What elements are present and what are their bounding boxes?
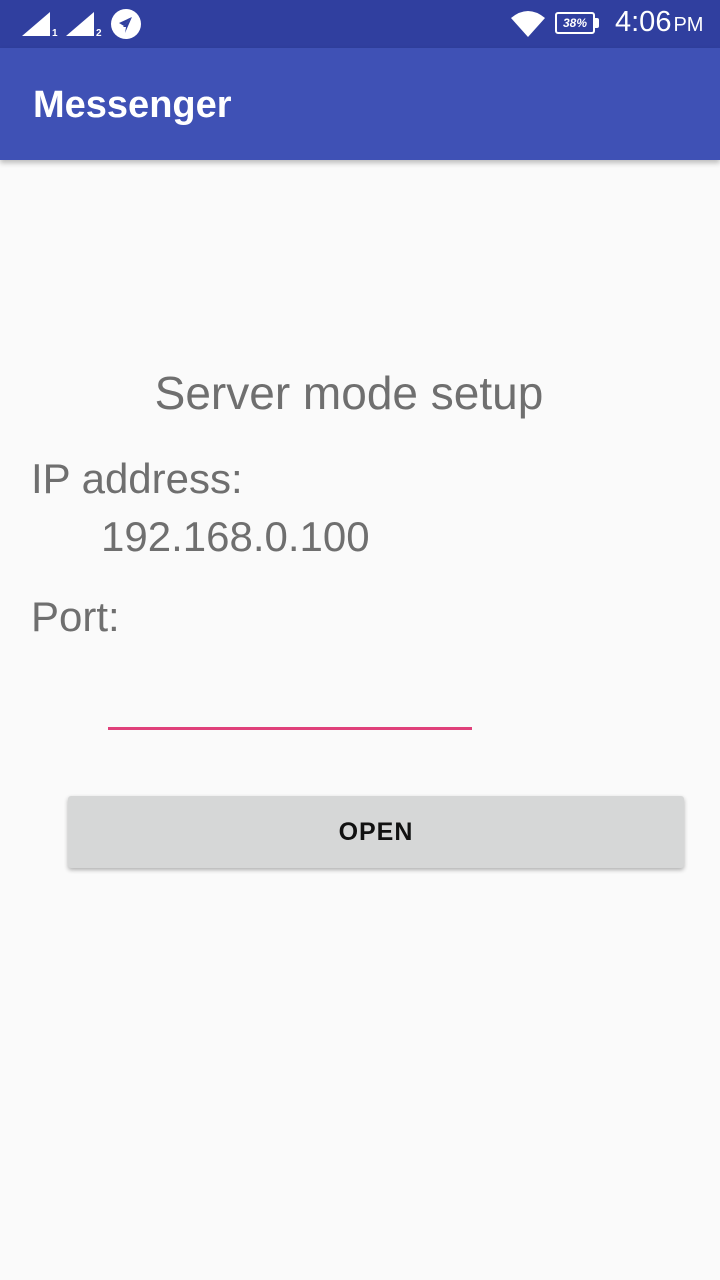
sim1-label: 1 bbox=[52, 28, 58, 39]
clock-ampm: PM bbox=[673, 14, 704, 36]
app-bar: Messenger bbox=[0, 48, 720, 160]
battery-cap bbox=[595, 18, 599, 28]
clock-time: 4:06 bbox=[615, 6, 672, 38]
status-bar: 1 2 38% 4:06 PM bbox=[0, 0, 720, 48]
port-label: Port: bbox=[31, 593, 120, 640]
sim2-label: 2 bbox=[96, 28, 102, 39]
location-arrow-icon bbox=[111, 9, 141, 39]
app-title: Messenger bbox=[33, 84, 232, 126]
signal-sim2-icon bbox=[66, 12, 94, 36]
setup-title: Server mode setup bbox=[154, 367, 544, 419]
battery-percent: 38% bbox=[562, 16, 588, 30]
battery-icon: 38% bbox=[555, 12, 595, 34]
open-button[interactable]: OPEN bbox=[68, 796, 684, 868]
port-input[interactable] bbox=[108, 660, 472, 730]
signal-sim1-icon bbox=[22, 12, 50, 36]
ip-address-label: IP address: bbox=[31, 455, 243, 502]
wifi-icon bbox=[511, 11, 545, 37]
ip-address-value: 192.168.0.100 bbox=[101, 513, 370, 560]
clock: 4:06 PM bbox=[615, 6, 703, 39]
